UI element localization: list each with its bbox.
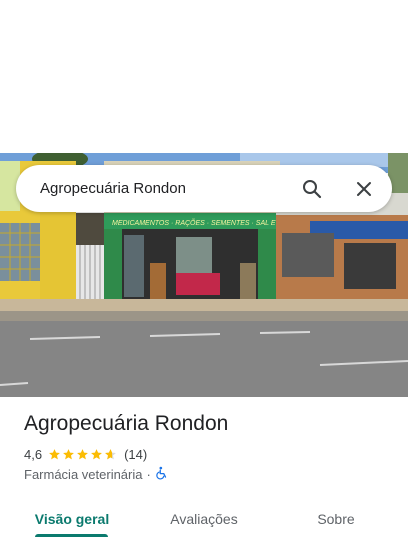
search-input[interactable]: Agropecuária Rondon (40, 180, 298, 197)
wheelchair-icon (155, 466, 169, 483)
category-row: Farmácia veterinária · (24, 466, 169, 482)
close-icon[interactable] (350, 175, 378, 203)
star-half-icon (105, 448, 116, 459)
star-icon (91, 448, 102, 459)
review-count[interactable]: (14) (124, 447, 147, 462)
star-icon (63, 448, 74, 459)
active-tab-indicator (35, 534, 108, 537)
tab-visao-geral[interactable]: Visão geral (24, 502, 120, 536)
tab-sobre[interactable]: Sobre (288, 502, 384, 536)
search-bar[interactable]: Agropecuária Rondon (16, 165, 392, 212)
rating-stars (48, 448, 118, 461)
tab-bar: Visão geral Avaliações Sobre (0, 502, 408, 536)
separator: · (146, 466, 151, 482)
rating-row[interactable]: 4,6 (14) (24, 446, 147, 462)
rating-value: 4,6 (24, 446, 43, 462)
search-icon[interactable] (298, 175, 326, 203)
star-icon (49, 448, 60, 459)
place-title: Agropecuária Rondon (24, 412, 229, 435)
place-category[interactable]: Farmácia veterinária (24, 467, 143, 482)
star-icon (77, 448, 88, 459)
place-details: Agropecuária Rondon 4,6 (14) Farmácia ve… (0, 397, 408, 546)
tab-avaliacoes[interactable]: Avaliações (156, 502, 252, 536)
